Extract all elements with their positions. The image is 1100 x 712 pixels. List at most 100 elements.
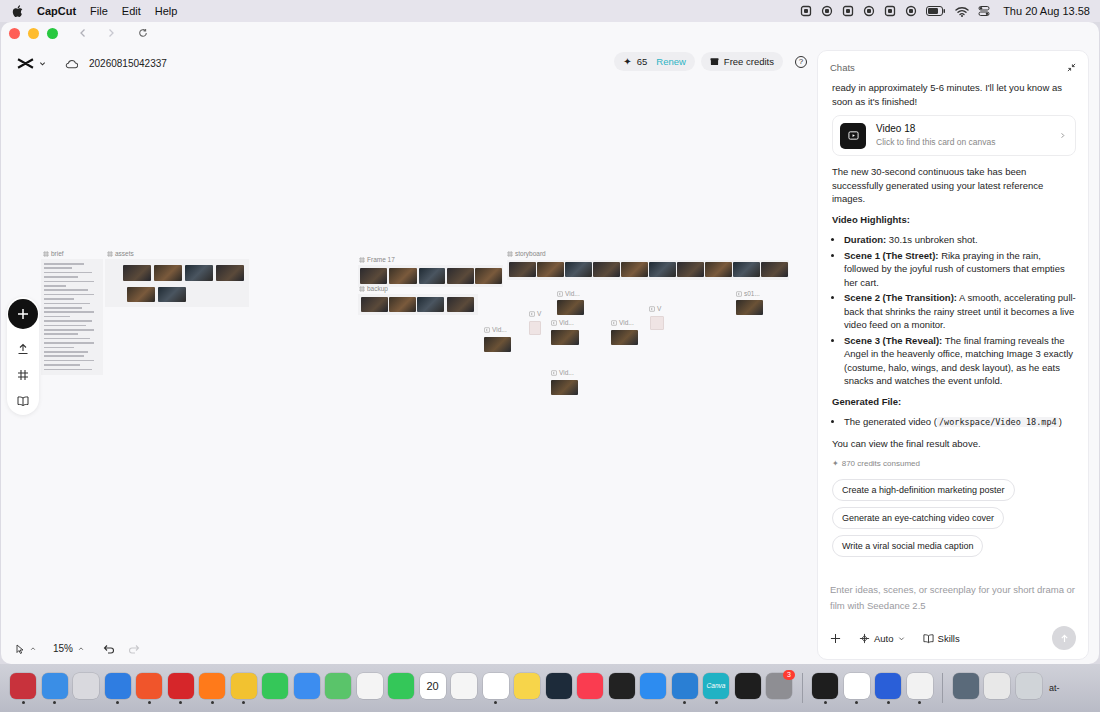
app-icon[interactable] [42, 673, 68, 699]
frame[interactable] [41, 259, 103, 375]
control-center-icon[interactable] [978, 5, 990, 17]
frame[interactable] [358, 294, 478, 315]
video-thumbnail[interactable] [650, 316, 664, 330]
video-node-label[interactable]: Vid... [484, 326, 507, 334]
pointer-tool-icon[interactable] [15, 644, 25, 654]
forward-icon[interactable] [106, 28, 116, 38]
image-thumbnail[interactable] [389, 268, 417, 284]
app-icon[interactable] [812, 673, 838, 699]
app-icon[interactable] [325, 673, 351, 699]
upload-icon[interactable] [17, 343, 29, 355]
dock-item[interactable] [953, 673, 979, 704]
app-icon[interactable] [199, 673, 225, 699]
image-thumbnail[interactable] [733, 262, 760, 277]
video-card[interactable]: Video 18 Click to find this card on canv… [832, 115, 1076, 156]
dock-item[interactable] [907, 673, 933, 704]
dock-item[interactable] [357, 673, 383, 704]
image-thumbnail[interactable] [537, 262, 564, 277]
credits-pill[interactable]: ✦ 65 Renew [614, 52, 695, 71]
image-thumbnail[interactable] [361, 297, 388, 312]
chevron-down-icon[interactable] [39, 60, 46, 67]
dock-item[interactable] [577, 673, 603, 704]
dock-item[interactable] [640, 673, 666, 704]
dock-item[interactable] [168, 673, 194, 704]
dock-item[interactable] [73, 673, 99, 704]
image-thumbnail[interactable] [761, 262, 788, 277]
apple-icon[interactable] [12, 5, 23, 18]
undo-icon[interactable] [103, 644, 115, 654]
dock-item[interactable]: 3 [766, 673, 792, 704]
frame-label[interactable]: backup [359, 285, 388, 293]
dock-item[interactable] [875, 673, 901, 704]
suggestion-chip[interactable]: Generate an eye-catching video cover [832, 507, 1004, 529]
app-icon[interactable] [10, 673, 36, 699]
dock-item[interactable] [105, 673, 131, 704]
dock-item[interactable] [735, 673, 761, 704]
dock-item[interactable] [812, 673, 838, 704]
app-icon[interactable] [262, 673, 288, 699]
help-button[interactable]: ? [795, 56, 807, 68]
dock-item[interactable]: 20 [420, 673, 446, 704]
image-thumbnail[interactable] [621, 262, 648, 277]
clock[interactable]: Thu 20 Aug 13.58 [1003, 5, 1090, 17]
app-icon[interactable] [514, 673, 540, 699]
mode-selector[interactable]: Auto [859, 633, 905, 644]
chevron-up-icon[interactable] [78, 646, 84, 652]
zoom-button[interactable] [47, 28, 58, 39]
dock-item[interactable] [136, 673, 162, 704]
dock-item[interactable] [844, 673, 870, 704]
skills-button[interactable]: Skills [923, 633, 960, 644]
frame-label[interactable]: storyboard [507, 250, 546, 258]
suggestion-chip[interactable]: Write a viral social media caption [832, 535, 983, 557]
cloud-icon[interactable] [65, 59, 78, 69]
video-node-label[interactable]: s01... [736, 290, 760, 298]
image-thumbnail[interactable] [417, 297, 444, 312]
app-icon[interactable] [483, 673, 509, 699]
app-icon[interactable] [953, 673, 979, 699]
menu-item[interactable]: Edit [122, 5, 141, 17]
frame-label[interactable]: brief [43, 250, 64, 258]
status-icon[interactable] [821, 5, 833, 17]
frame[interactable] [507, 260, 789, 280]
prompt-input[interactable]: Enter ideas, scenes, or screenplay for y… [830, 582, 1076, 614]
video-thumbnail[interactable] [529, 321, 541, 335]
collapse-icon[interactable] [1067, 63, 1076, 72]
dock-item[interactable] [42, 673, 68, 704]
app-icon[interactable]: Canva [703, 673, 729, 699]
close-button[interactable] [9, 28, 20, 39]
video-thumbnail[interactable] [551, 380, 578, 395]
image-thumbnail[interactable] [705, 262, 732, 277]
dock-item[interactable] [1016, 673, 1042, 704]
app-icon[interactable]: 20 [420, 673, 446, 699]
dock-item[interactable] [199, 673, 225, 704]
app-icon[interactable] [168, 673, 194, 699]
redo-icon[interactable] [128, 644, 140, 654]
video-node-label[interactable]: Vid... [557, 290, 580, 298]
image-thumbnail[interactable] [360, 268, 387, 284]
dock-item[interactable]: Canva [703, 673, 729, 704]
video-node-label[interactable]: Vid... [611, 319, 634, 327]
status-icon[interactable] [863, 5, 875, 17]
file-path[interactable]: /workspace/Video 18.mp4 [937, 417, 1059, 427]
dock-item[interactable] [984, 673, 1010, 704]
menu-item[interactable]: Help [155, 5, 178, 17]
app-icon[interactable] [735, 673, 761, 699]
dock-item[interactable] [672, 673, 698, 704]
minimize-button[interactable] [28, 28, 39, 39]
add-button[interactable] [8, 299, 38, 329]
image-thumbnail[interactable] [593, 262, 620, 277]
chevron-up-icon[interactable] [30, 646, 36, 652]
battery-icon[interactable] [926, 6, 946, 16]
app-icon[interactable] [640, 673, 666, 699]
app-icon[interactable] [105, 673, 131, 699]
dock-item[interactable] [294, 673, 320, 704]
image-thumbnail[interactable] [475, 268, 502, 284]
app-icon[interactable] [388, 673, 414, 699]
free-credits-button[interactable]: Free credits [701, 52, 783, 71]
image-thumbnail[interactable] [447, 297, 474, 312]
menu-app-name[interactable]: CapCut [37, 5, 76, 17]
dock-item[interactable] [231, 673, 257, 704]
frame-label[interactable]: assets [107, 250, 134, 258]
video-node-label[interactable]: V [649, 305, 661, 313]
app-icon[interactable] [294, 673, 320, 699]
